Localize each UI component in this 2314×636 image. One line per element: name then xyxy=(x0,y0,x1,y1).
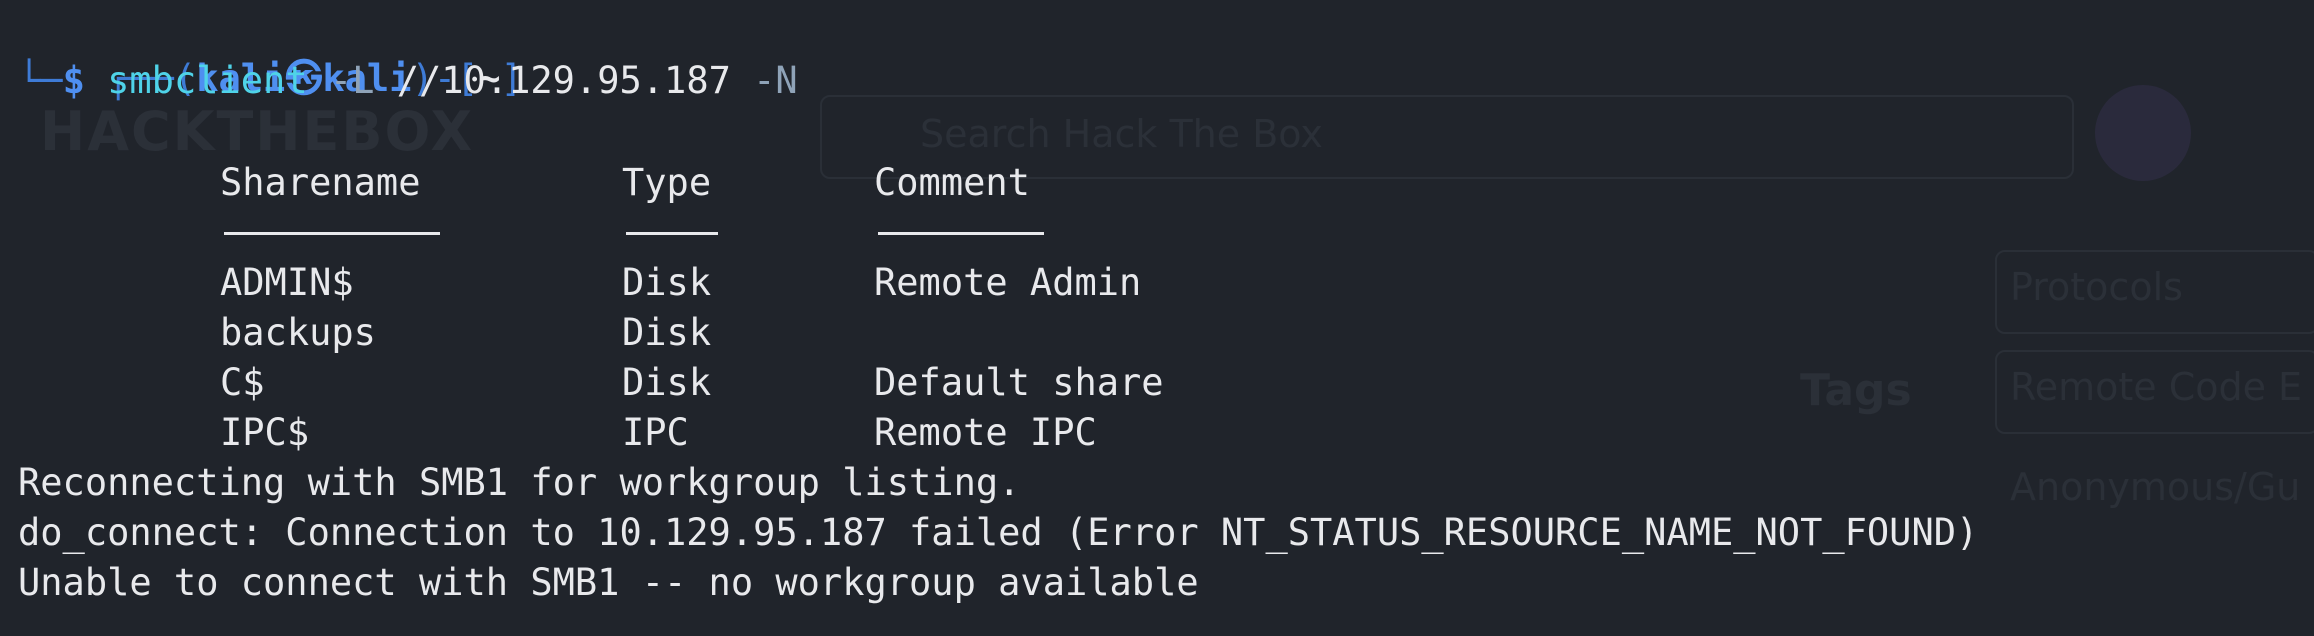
table-row-type: Disk xyxy=(622,361,712,404)
command-flag-list: -L xyxy=(329,59,375,102)
table-header-sharename: Sharename xyxy=(220,161,421,204)
output-line-connect-error: do_connect: Connection to 10.129.95.187 … xyxy=(18,511,1979,554)
background-avatar-icon xyxy=(2095,85,2191,181)
output-line-reconnecting: Reconnecting with SMB1 for workgroup lis… xyxy=(18,461,1021,504)
background-search-placeholder: Search Hack The Box xyxy=(920,112,1323,156)
prompt-line-top: ┌──(kali㉿kali)-[~] xyxy=(18,4,523,100)
background-rce-text: Remote Code E xyxy=(2010,365,2303,409)
table-row-name: C$ xyxy=(220,361,265,404)
command-target: //10.129.95.187 xyxy=(396,59,731,102)
table-row-name: ADMIN$ xyxy=(220,261,354,304)
table-row-type: IPC xyxy=(622,411,689,454)
table-row-type: Disk xyxy=(622,311,712,354)
table-header-type: Type xyxy=(622,161,712,204)
background-anon-text: Anonymous/Gu xyxy=(2010,465,2301,509)
background-protocols-text: Protocols xyxy=(2010,265,2183,309)
terminal-window[interactable]: HACKTHEBOX Search Hack The Box Protocols… xyxy=(0,0,2314,636)
output-line-smb1-unavailable: Unable to connect with SMB1 -- no workgr… xyxy=(18,561,1199,604)
prompt-box-bottom-left: └─ xyxy=(18,59,63,102)
table-row-type: Disk xyxy=(622,261,712,304)
header-underline-comment xyxy=(878,232,1044,235)
background-tags-text: Tags xyxy=(1800,365,1912,416)
table-row-name: backups xyxy=(220,311,376,354)
command-flag-noauth: -N xyxy=(753,59,798,102)
prompt-dollar: $ xyxy=(62,59,85,102)
header-underline-sharename xyxy=(224,232,440,235)
background-logo-text: HACKTHEBOX xyxy=(40,100,475,163)
table-header-comment: Comment xyxy=(874,161,1030,204)
table-row-comment: Remote IPC xyxy=(874,411,1097,454)
command-line: └─$ smbclient -L //10.129.95.187 -N xyxy=(18,56,798,106)
table-row-comment: Default share xyxy=(874,361,1164,404)
table-row-name: IPC$ xyxy=(220,411,310,454)
header-underline-type xyxy=(626,232,718,235)
command-binary: smbclient xyxy=(107,59,308,102)
table-row-comment: Remote Admin xyxy=(874,261,1142,304)
